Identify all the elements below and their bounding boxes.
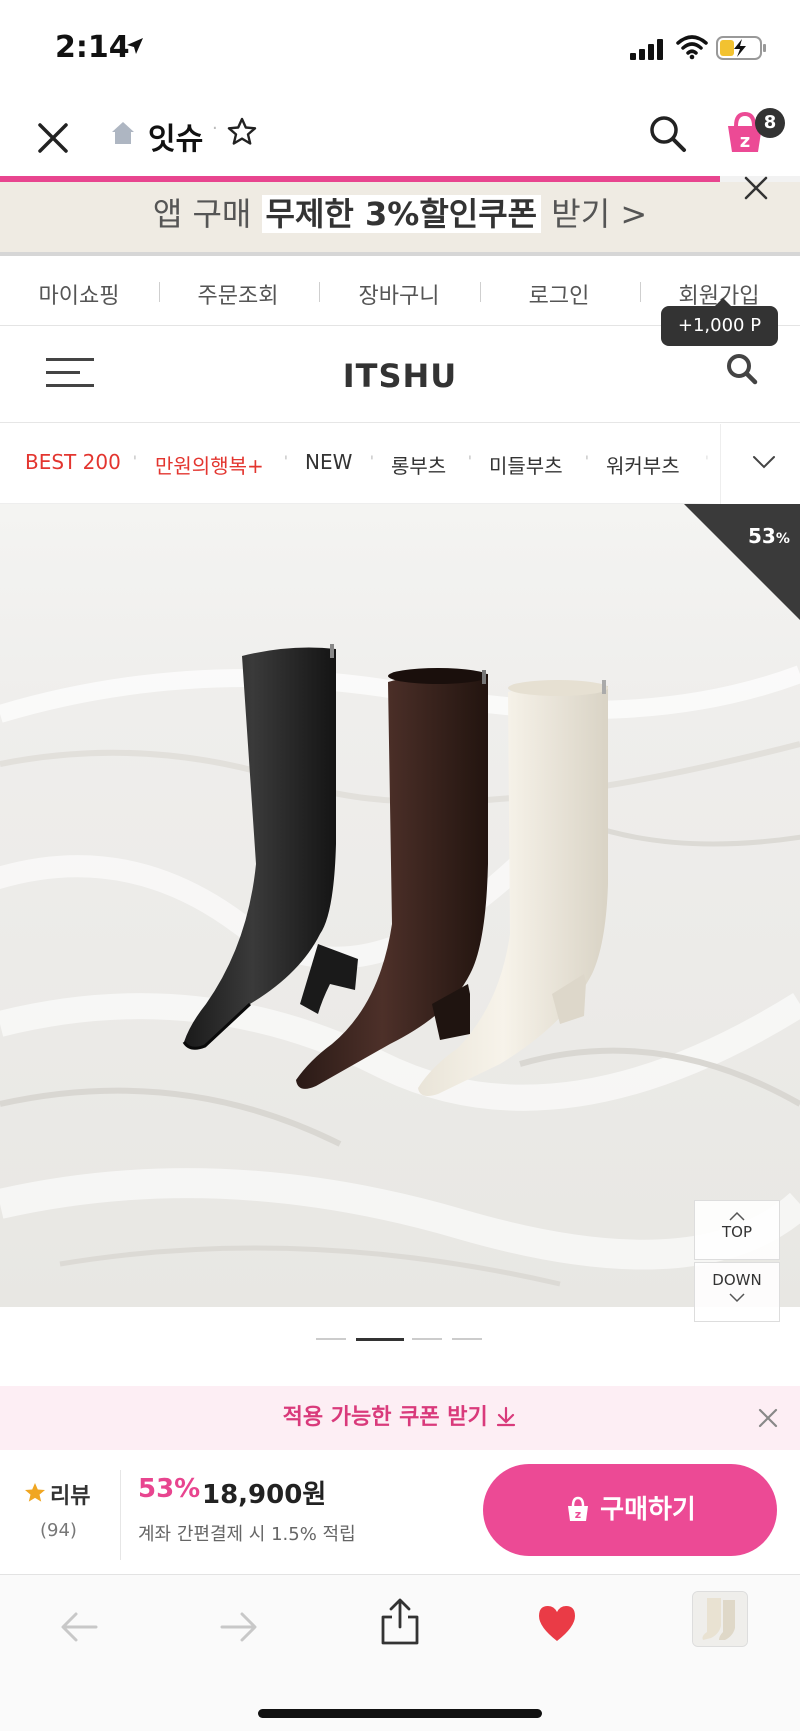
category-nav: BEST 200 ' 만원의행복+ ' NEW ' 롱부츠 ' 미들부츠 ' 워… [0,424,800,504]
menu-login[interactable]: 로그인 [484,278,634,310]
browser-toolbar [0,1574,800,1731]
review-label[interactable]: 리뷰 [50,1478,90,1510]
category-walker-boots[interactable]: 워커부츠 [606,450,680,479]
separator-dot: ' [468,454,472,470]
chevron-down-icon [753,456,775,469]
category-expand-button[interactable] [720,424,800,504]
search-icon[interactable] [724,351,760,387]
signal-icon [630,39,663,60]
svg-text:z: z [740,131,750,152]
discount-badge-corner [684,504,800,620]
home-icon [112,122,134,144]
buy-button-label: 구매하기 [600,1495,696,1525]
review-count[interactable]: (94) [40,1520,77,1541]
signup-point-tooltip: +1,000 P [661,298,778,346]
promo-text-post: 받기 > [541,195,648,233]
shop-name[interactable]: 잇슈 [148,114,203,158]
arrow-up-icon [729,1211,745,1221]
bag-icon: z [568,1496,589,1521]
coupon-close-icon[interactable] [756,1406,780,1430]
site-logo[interactable]: ITSHU [0,357,800,395]
discount-badge-text: 53% [748,524,790,548]
scroll-top-button[interactable]: TOP [694,1200,780,1260]
menu-my-shopping[interactable]: 마이쇼핑 [4,278,154,310]
category-best[interactable]: BEST 200 [25,450,121,474]
arrow-down-icon [729,1293,745,1303]
battery-charging-icon [716,36,766,60]
status-bar: 2:14 [0,0,800,95]
boot-thumbnail-image [693,1592,747,1646]
favorite-star-icon[interactable] [226,116,258,148]
wifi-icon [676,35,708,60]
category-long-boots[interactable]: 롱부츠 [391,450,446,479]
home-indicator [258,1709,542,1718]
slide-dot[interactable] [412,1338,442,1340]
promo-text-highlight: 무제한 3%할인쿠폰 [261,195,542,233]
promo-close-icon[interactable] [742,174,770,202]
category-new[interactable]: NEW [305,450,352,474]
slide-dot[interactable] [452,1338,482,1340]
discount-badge-unit: % [775,531,790,547]
divider [159,282,160,302]
category-middle-boots[interactable]: 미들부츠 [489,450,563,479]
forward-arrow-icon[interactable] [218,1609,258,1645]
slide-dot[interactable] [316,1338,346,1340]
cart-count-badge: 8 [755,108,785,138]
promo-text-pre: 앱 구매 [152,195,262,233]
divider [319,282,320,302]
share-icon[interactable] [378,1597,422,1647]
heart-icon[interactable] [535,1603,579,1643]
price-value: 18,900원 [202,1480,327,1510]
review-star-icon [25,1483,45,1502]
status-time: 2:14 [55,30,130,65]
price-note: 계좌 간편결제 시 1.5% 적립 [138,1524,356,1545]
category-happiness[interactable]: 만원의행복+ [155,450,264,479]
separator-dot: ' [585,454,589,470]
close-icon[interactable] [30,115,78,163]
menu-order-lookup[interactable]: 주문조회 [163,278,313,310]
app-promo-banner[interactable]: 앱 구매 무제한 3%할인쿠폰 받기 > [0,182,800,252]
coupon-label: 적용 가능한 쿠폰 받기 [282,1405,488,1430]
divider [120,1470,121,1560]
download-arrow-icon [497,1406,516,1427]
buy-button-content: z 구매하기 [483,1464,777,1556]
divider [640,282,641,302]
category-fade [690,424,720,504]
search-icon[interactable] [646,112,690,156]
separator-dot: ' [284,454,288,470]
separator-dot: ' [133,454,137,470]
purchase-bar: 리뷰 (94) 53% 18,900원 계좌 간편결제 시 1.5% 적립 z … [0,1450,800,1574]
title-separator: · [212,118,218,139]
promo-text: 앱 구매 무제한 3%할인쿠폰 받기 > [0,182,800,246]
coupon-bar[interactable]: 적용 가능한 쿠폰 받기 [0,1386,800,1450]
product-photo-boots [0,504,800,1307]
scroll-down-label: DOWN [712,1271,762,1289]
product-image[interactable] [0,504,800,1307]
svg-text:z: z [575,1508,581,1521]
price-discount: 53% [138,1474,201,1504]
slide-dot-active[interactable] [356,1338,404,1341]
discount-badge-value: 53 [748,524,776,548]
recent-product-thumbnail[interactable] [692,1591,748,1647]
location-icon [127,38,143,54]
back-arrow-icon[interactable] [60,1609,100,1645]
menu-cart[interactable]: 장바구니 [324,278,474,310]
scroll-down-button[interactable]: DOWN [694,1262,780,1322]
separator-dot: ' [370,454,374,470]
scroll-top-label: TOP [721,1223,752,1241]
slide-indicator [0,1338,800,1344]
divider [480,282,481,302]
coupon-text: 적용 가능한 쿠폰 받기 [0,1386,800,1450]
buy-button[interactable]: z 구매하기 [483,1464,777,1556]
